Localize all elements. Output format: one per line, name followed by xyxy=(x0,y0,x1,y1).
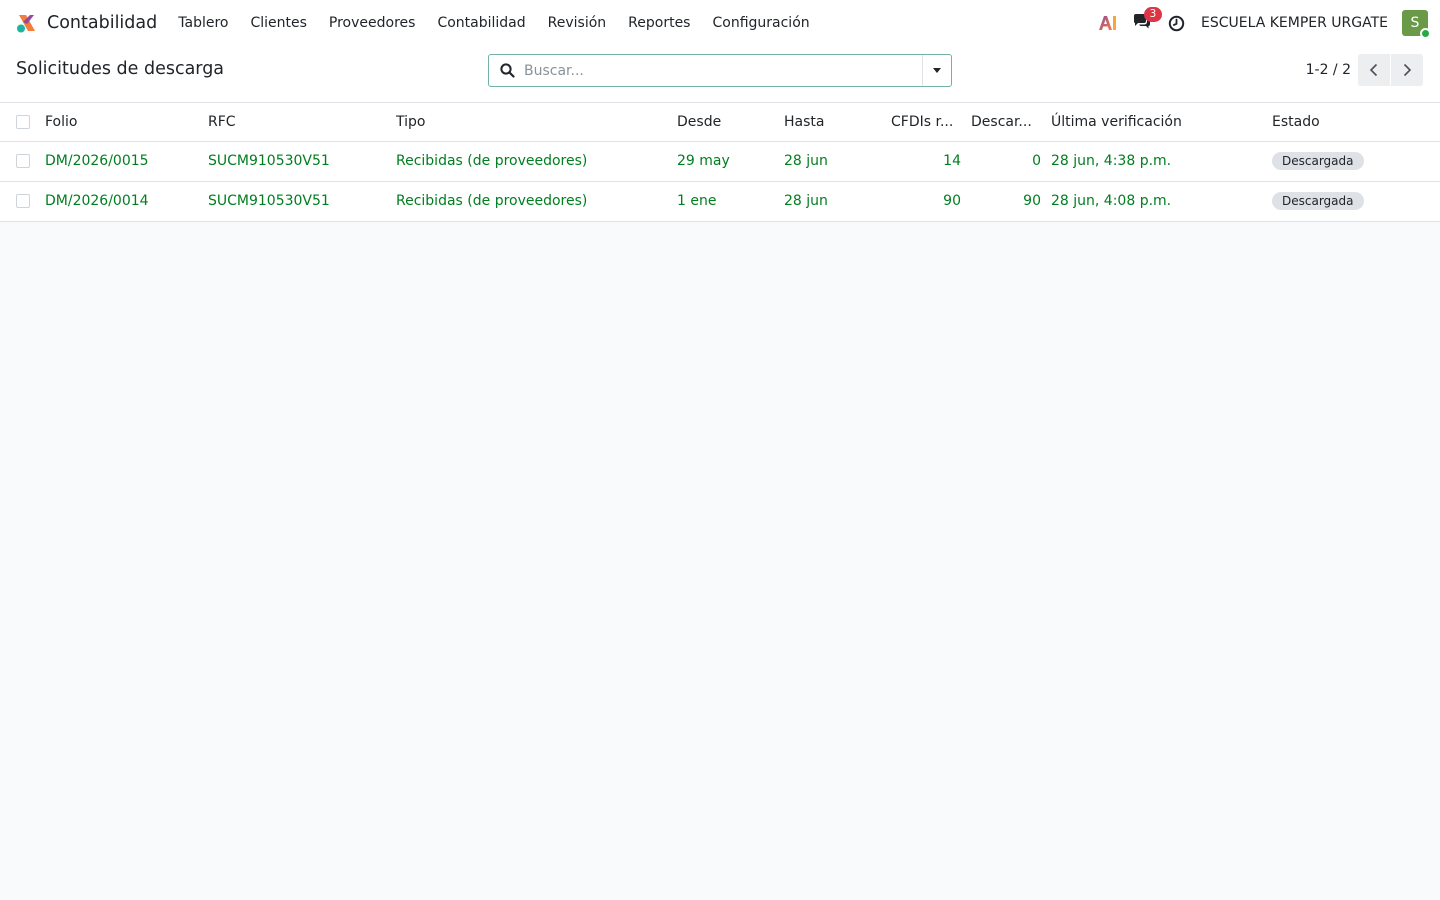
accounting-logo-icon[interactable] xyxy=(16,13,37,34)
caret-down-icon xyxy=(933,68,941,73)
cell-desde[interactable]: 29 may xyxy=(677,141,784,182)
row-select-cell xyxy=(0,181,45,222)
cell-rfc[interactable]: SUCM910530V51 xyxy=(208,181,396,222)
row-checkbox[interactable] xyxy=(16,154,30,168)
menu-item-tablero[interactable]: Tablero xyxy=(178,15,228,31)
cell-hasta[interactable]: 28 jun xyxy=(784,181,891,222)
chevron-right-icon xyxy=(1403,63,1412,77)
main-menu: Tablero Clientes Proveedores Contabilida… xyxy=(178,15,831,31)
table-row[interactable]: DM/2026/0014 SUCM910530V51 Recibidas (de… xyxy=(0,181,1440,222)
navbar-systray: 3 ESCUELA KEMPER URGATE S xyxy=(1098,7,1431,39)
search-bar xyxy=(488,54,952,87)
cell-estado[interactable]: Descargada xyxy=(1272,181,1440,222)
column-header-hasta[interactable]: Hasta xyxy=(784,103,891,142)
select-all-checkbox[interactable] xyxy=(16,114,30,129)
top-navbar: Contabilidad Tablero Clientes Proveedore… xyxy=(0,0,1440,46)
cell-tipo[interactable]: Recibidas (de proveedores) xyxy=(396,181,677,222)
chevron-left-icon xyxy=(1369,63,1378,77)
notification-count-badge: 3 xyxy=(1143,7,1162,22)
cell-hasta[interactable]: 28 jun xyxy=(784,141,891,182)
online-status-dot xyxy=(1420,28,1431,39)
menu-item-contabilidad[interactable]: Contabilidad xyxy=(437,15,525,31)
row-checkbox[interactable] xyxy=(16,194,30,208)
menu-item-reportes[interactable]: Reportes xyxy=(628,15,690,31)
company-switcher[interactable]: ESCUELA KEMPER URGATE xyxy=(1201,15,1388,31)
column-header-rfc[interactable]: RFC xyxy=(208,103,396,142)
column-header-tipo[interactable]: Tipo xyxy=(396,103,677,142)
avatar-initial: S xyxy=(1410,15,1420,31)
column-header-folio[interactable]: Folio xyxy=(45,103,208,142)
search-options-toggle[interactable] xyxy=(922,55,951,86)
user-avatar[interactable]: S xyxy=(1402,10,1431,39)
cell-folio[interactable]: DM/2026/0014 xyxy=(45,181,208,222)
column-header-ultima-verificacion[interactable]: Última verificación xyxy=(1051,103,1272,142)
cell-descargados[interactable]: 0 xyxy=(971,141,1051,182)
ai-icon[interactable] xyxy=(1098,14,1118,32)
status-badge: Descargada xyxy=(1272,192,1364,210)
cell-cfdis[interactable]: 90 xyxy=(891,181,971,222)
search-input[interactable] xyxy=(524,62,922,79)
cell-estado[interactable]: Descargada xyxy=(1272,141,1440,182)
messages-button[interactable]: 3 xyxy=(1132,7,1162,33)
column-header-cfdis[interactable]: CFDIs r... xyxy=(891,103,971,142)
table-header-row: Folio RFC Tipo Desde Hasta CFDIs r... De… xyxy=(0,103,1440,142)
pager-next-button[interactable] xyxy=(1391,54,1423,86)
menu-item-configuracion[interactable]: Configuración xyxy=(712,15,809,31)
clock-icon[interactable] xyxy=(1168,15,1185,32)
search-icon xyxy=(500,63,515,78)
app-name[interactable]: Contabilidad xyxy=(47,13,157,33)
table-row[interactable]: DM/2026/0015 SUCM910530V51 Recibidas (de… xyxy=(0,141,1440,182)
download-requests-table: Folio RFC Tipo Desde Hasta CFDIs r... De… xyxy=(0,103,1440,222)
pager-value[interactable]: 1-2 / 2 xyxy=(1306,62,1351,78)
menu-item-proveedores[interactable]: Proveedores xyxy=(329,15,416,31)
column-header-desde[interactable]: Desde xyxy=(677,103,784,142)
column-header-estado[interactable]: Estado xyxy=(1272,103,1440,142)
select-all-cell xyxy=(0,103,45,142)
cell-cfdis[interactable]: 14 xyxy=(891,141,971,182)
cell-desde[interactable]: 1 ene xyxy=(677,181,784,222)
cell-ultima-verificacion[interactable]: 28 jun, 4:38 p.m. xyxy=(1051,141,1272,182)
cell-rfc[interactable]: SUCM910530V51 xyxy=(208,141,396,182)
cell-ultima-verificacion[interactable]: 28 jun, 4:08 p.m. xyxy=(1051,181,1272,222)
pager-previous-button[interactable] xyxy=(1358,54,1390,86)
column-header-descargados[interactable]: Descar... xyxy=(971,103,1051,142)
control-panel: Solicitudes de descarga 1-2 / 2 xyxy=(0,46,1440,103)
cell-tipo[interactable]: Recibidas (de proveedores) xyxy=(396,141,677,182)
row-select-cell xyxy=(0,141,45,182)
status-badge: Descargada xyxy=(1272,152,1364,170)
menu-item-clientes[interactable]: Clientes xyxy=(250,15,306,31)
menu-item-revision[interactable]: Revisión xyxy=(548,15,607,31)
page-title[interactable]: Solicitudes de descarga xyxy=(16,59,224,79)
cell-descargados[interactable]: 90 xyxy=(971,181,1051,222)
cell-folio[interactable]: DM/2026/0015 xyxy=(45,141,208,182)
